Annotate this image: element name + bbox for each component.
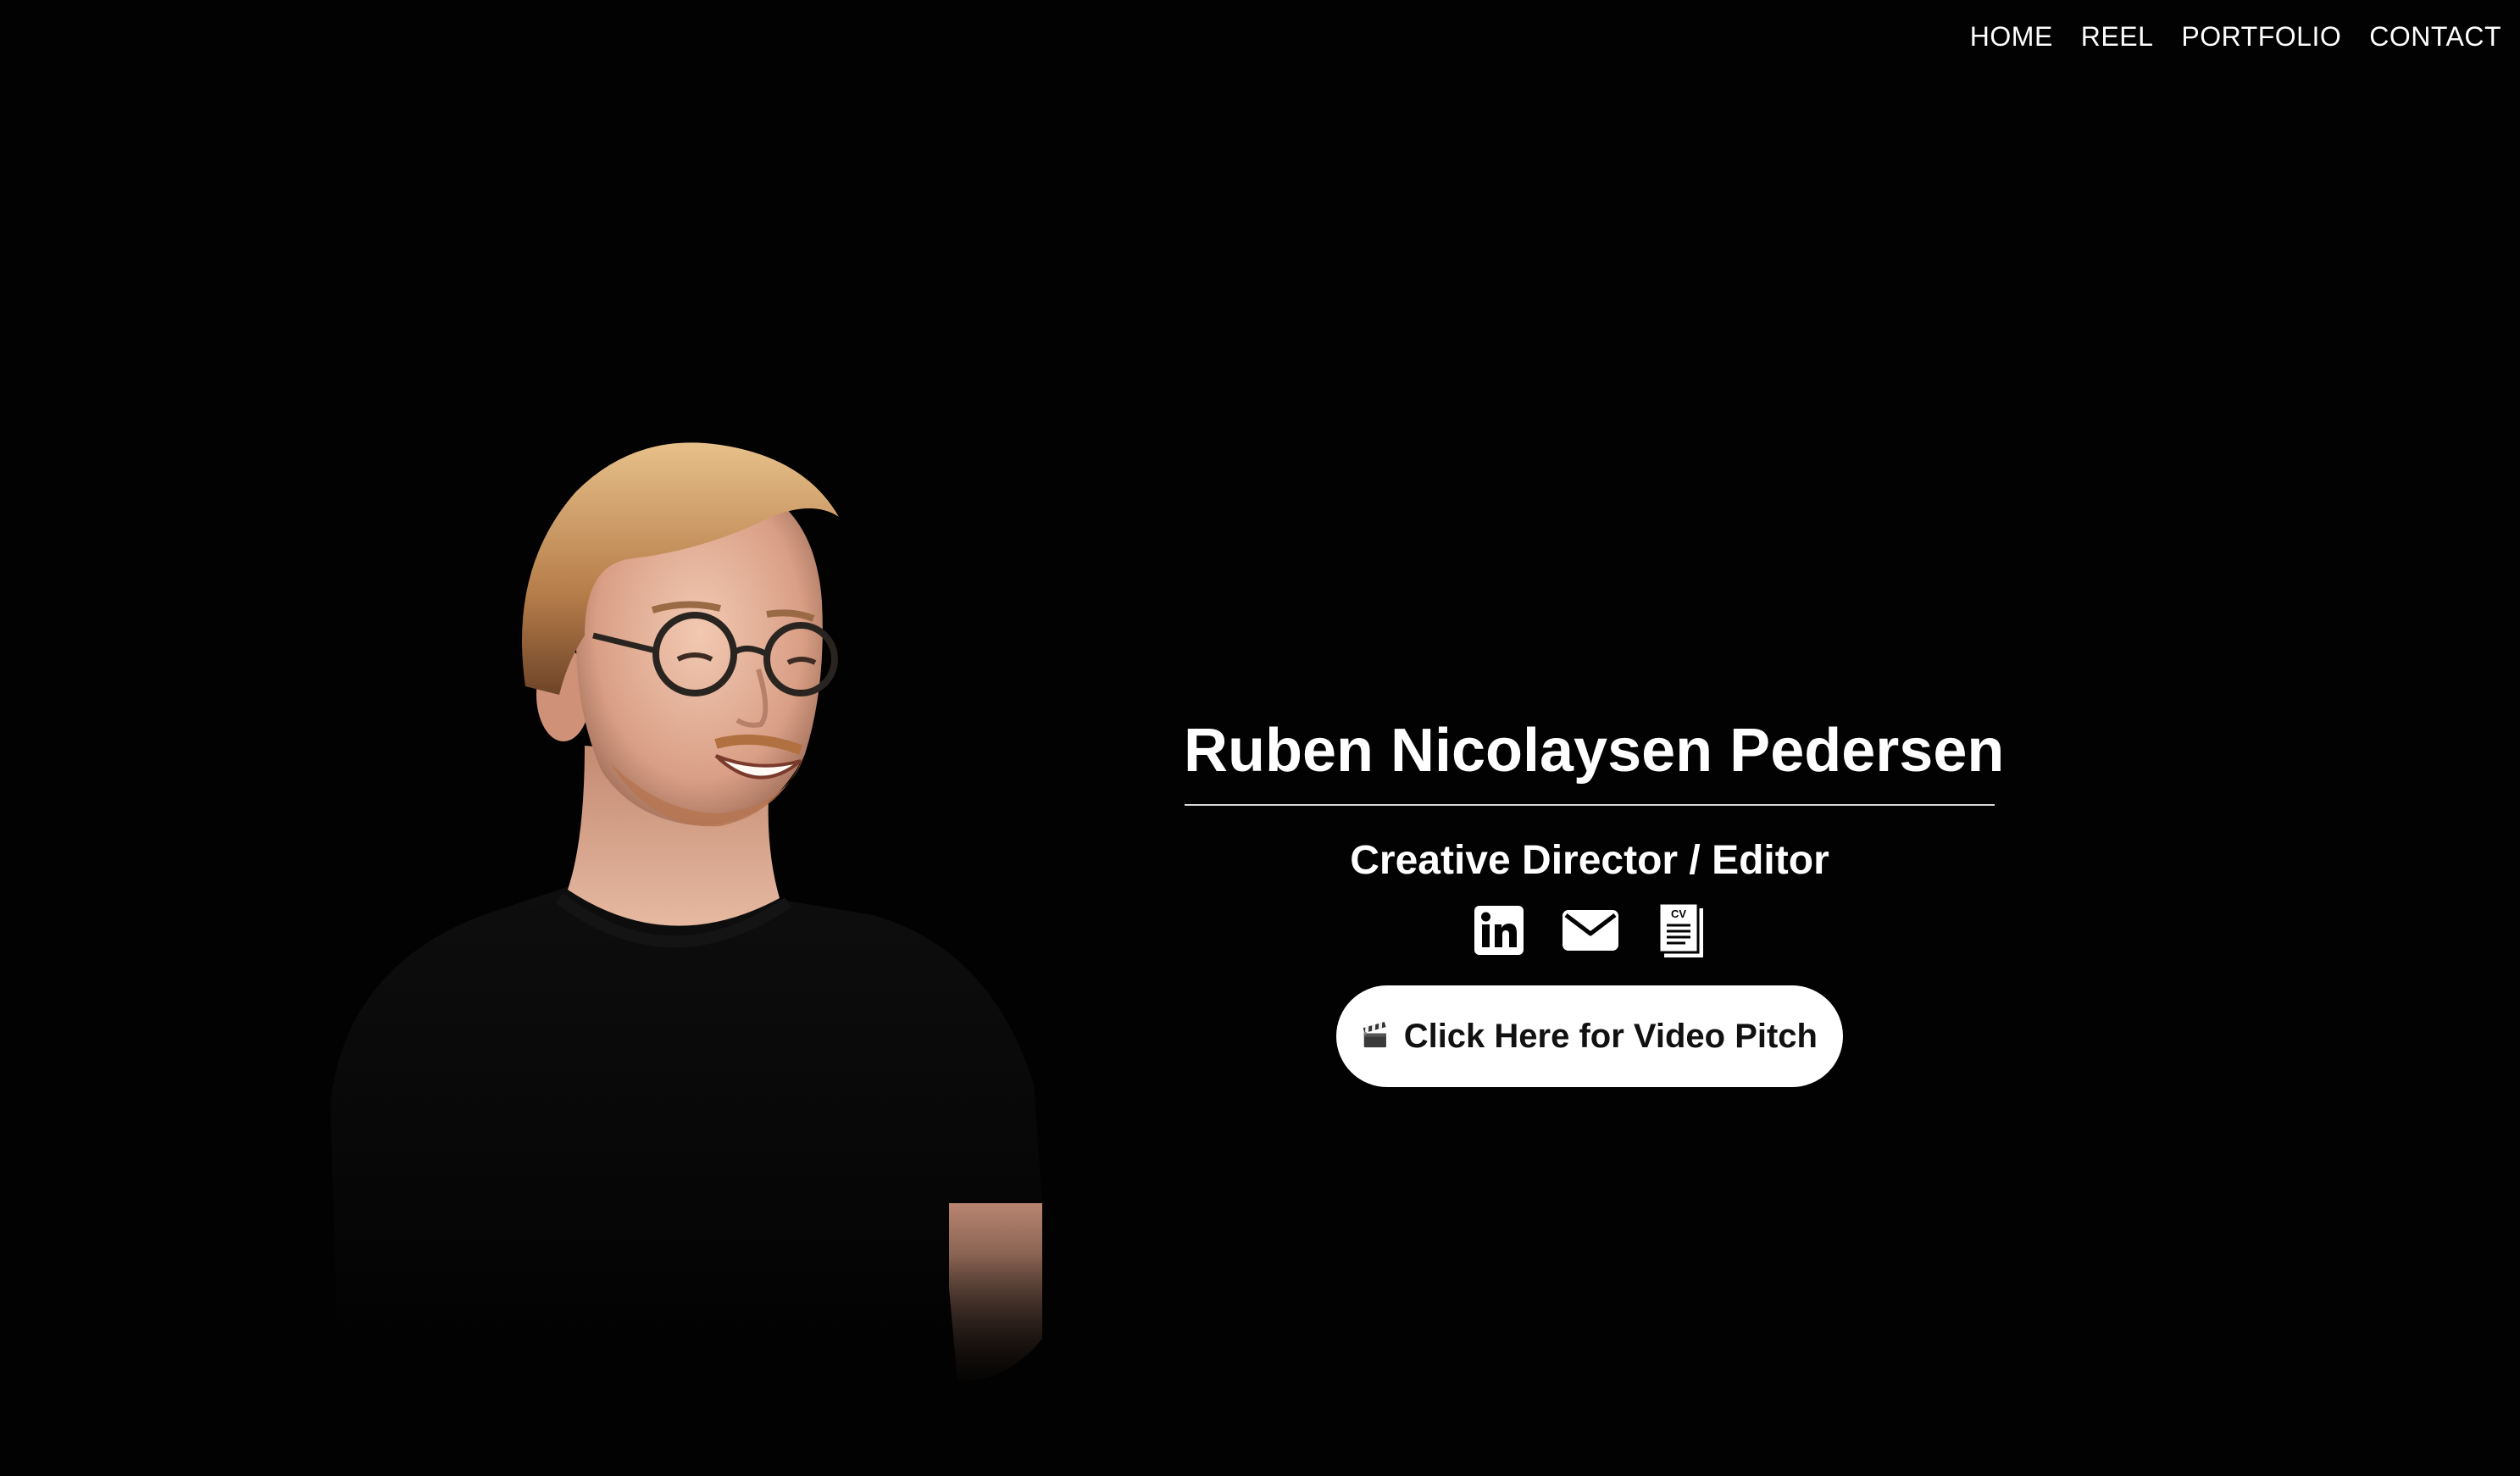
title-divider bbox=[1185, 804, 1995, 806]
page: HOME REEL PORTFOLIO CONTACT Ruben Nicola… bbox=[0, 0, 2520, 1476]
top-nav: HOME REEL PORTFOLIO CONTACT bbox=[1942, 17, 2501, 56]
video-pitch-label: Click Here for Video Pitch bbox=[1403, 1017, 1818, 1055]
social-links: CV bbox=[1184, 901, 1995, 960]
cv-link[interactable]: CV bbox=[1657, 903, 1705, 957]
video-pitch-button[interactable]: Click Here for Video Pitch bbox=[1336, 985, 1843, 1087]
clapperboard-icon bbox=[1363, 1021, 1386, 1048]
hero-section: Ruben Nicolaysen Pedersen Creative Direc… bbox=[1184, 710, 2005, 1087]
mail-icon bbox=[1563, 910, 1618, 951]
cv-label: CV bbox=[1671, 907, 1686, 920]
nav-item-portfolio[interactable]: PORTFOLIO bbox=[2181, 21, 2341, 53]
linkedin-icon bbox=[1474, 906, 1524, 955]
linkedin-link[interactable] bbox=[1474, 906, 1524, 955]
portrait-photo bbox=[229, 441, 1085, 1407]
nav-item-home[interactable]: HOME bbox=[1970, 21, 2053, 53]
nav-item-reel[interactable]: REEL bbox=[2081, 21, 2154, 53]
email-link[interactable] bbox=[1563, 910, 1618, 951]
job-title: Creative Director / Editor bbox=[1350, 838, 1829, 883]
page-title: Ruben Nicolaysen Pedersen bbox=[1184, 717, 2005, 785]
nav-item-contact[interactable]: CONTACT bbox=[2369, 21, 2501, 53]
pitch-wrap: Click Here for Video Pitch bbox=[1184, 985, 1995, 1087]
cv-document-icon: CV bbox=[1657, 903, 1703, 957]
